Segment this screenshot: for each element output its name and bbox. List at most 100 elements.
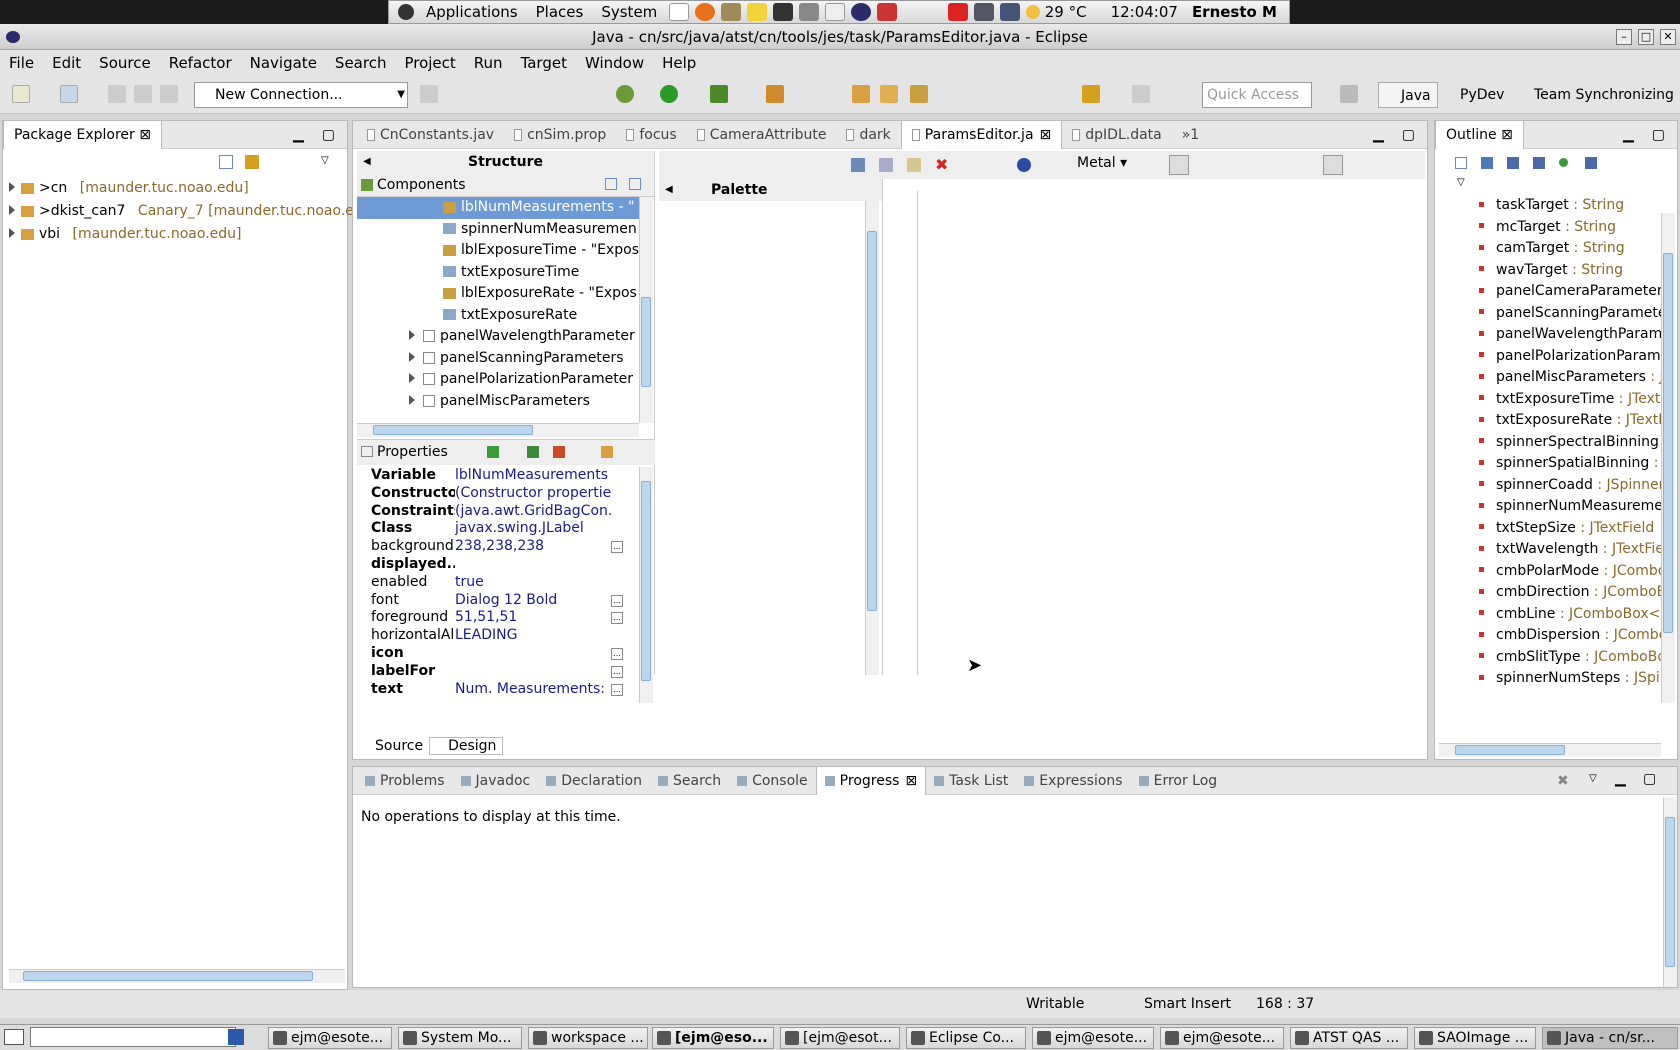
workspace-switcher[interactable] xyxy=(30,1027,236,1047)
save-icon[interactable] xyxy=(108,85,126,103)
perspective-java[interactable]: Java xyxy=(1378,82,1438,108)
delete-icon[interactable]: ✖ xyxy=(935,155,948,174)
taskbar-window[interactable]: workspace ... xyxy=(528,1027,648,1049)
collapse-outline-icon[interactable] xyxy=(1455,157,1467,169)
skip-icon[interactable] xyxy=(420,85,438,103)
save-all-icon[interactable] xyxy=(134,85,152,103)
collapse-all-icon[interactable] xyxy=(219,155,233,169)
property-row[interactable]: text Num. Measurements:… xyxy=(357,681,637,699)
property-value[interactable]: true xyxy=(455,574,611,592)
component-item[interactable]: spinnerNumMeasuremen xyxy=(357,219,639,241)
minimize-icon[interactable]: ▁ xyxy=(1373,127,1384,143)
menu-file[interactable]: File xyxy=(0,54,43,72)
menu-search[interactable]: Search xyxy=(326,54,396,72)
editor-tab[interactable]: ParamsEditor.ja ⊠ xyxy=(900,120,1063,149)
property-value[interactable] xyxy=(455,556,611,574)
calculator-icon[interactable] xyxy=(799,3,820,21)
open-type-icon[interactable] xyxy=(852,85,870,103)
collapse-all-components-icon[interactable] xyxy=(629,178,641,190)
expand-arrow-icon[interactable] xyxy=(409,351,415,362)
edit-ellipsis-button[interactable]: … xyxy=(611,665,623,678)
outline-field[interactable]: mcTarget : String xyxy=(1479,217,1661,239)
menu-edit[interactable]: Edit xyxy=(43,54,90,72)
edit-ellipsis-button[interactable]: … xyxy=(611,541,623,554)
outline-field[interactable]: txtStepSize : JTextField xyxy=(1479,518,1661,540)
components-vscroll[interactable] xyxy=(639,197,653,423)
chevron-down-icon[interactable]: ▽ xyxy=(1435,177,1677,195)
expand-arrow-icon[interactable] xyxy=(9,182,15,192)
property-row[interactable]: Variable lblNumMeasurements xyxy=(357,467,637,485)
property-value[interactable]: Dialog 12 Bold xyxy=(455,592,611,610)
menu-places[interactable]: Places xyxy=(527,3,593,21)
property-value[interactable]: LEADING xyxy=(455,627,611,645)
close-icon[interactable]: ⊠ xyxy=(1501,127,1513,143)
link-editor-icon[interactable] xyxy=(245,155,259,169)
outline-field[interactable]: cmbDirection : JComboB xyxy=(1479,582,1661,604)
outline-vscroll[interactable] xyxy=(1661,213,1675,703)
package-explorer-hscroll[interactable] xyxy=(9,969,345,983)
sort-icon[interactable] xyxy=(1481,157,1493,169)
outline-field[interactable]: camTarget : String xyxy=(1479,238,1661,260)
outline-field[interactable]: txtExposureRate : JTextF xyxy=(1479,410,1661,432)
outline-field[interactable]: taskTarget : String xyxy=(1479,195,1661,217)
properties-vscroll[interactable] xyxy=(639,467,653,703)
component-item[interactable]: panelWavelengthParameter xyxy=(357,326,639,348)
property-value[interactable]: javax.swing.JLabel xyxy=(455,520,611,538)
tab-outline[interactable]: Outline ⊠ xyxy=(1435,120,1524,149)
tree-project[interactable]: >cn [maunder.tuc.noao.edu] xyxy=(9,177,347,200)
component-item[interactable]: txtExposureTime xyxy=(357,262,639,284)
component-item[interactable]: panelMiscParameters xyxy=(357,391,639,413)
outline-field[interactable]: txtExposureTime : JText xyxy=(1479,389,1661,411)
user-menu[interactable]: Ernesto M xyxy=(1192,3,1289,21)
taskbar-window[interactable]: ejm@esote... xyxy=(1160,1027,1284,1049)
outline-field[interactable]: txtWavelength : JTextFie xyxy=(1479,539,1661,561)
menu-project[interactable]: Project xyxy=(395,54,464,72)
show-events-icon[interactable] xyxy=(487,446,499,458)
file-manager-icon[interactable] xyxy=(721,3,742,21)
property-value[interactable]: (java.awt.GridBagCon... xyxy=(455,503,611,521)
editor-tab[interactable]: cnSim.prop xyxy=(504,121,616,149)
tool-icon[interactable] xyxy=(877,3,898,21)
bottom-tab[interactable]: Progress ⊠ xyxy=(815,766,927,795)
outline-field[interactable]: cmbSlitType : JComboBo xyxy=(1479,647,1661,669)
close-window-button[interactable]: ✕ xyxy=(1660,29,1676,45)
taskbar-window[interactable]: Java - cn/sr... xyxy=(1542,1027,1678,1049)
forward-icon[interactable] xyxy=(1132,85,1150,103)
app-icon[interactable] xyxy=(228,1029,244,1045)
edit-ellipsis-button[interactable]: … xyxy=(611,647,623,660)
weather-temp[interactable]: 29 °C xyxy=(1043,3,1097,21)
property-value[interactable]: 51,51,51 xyxy=(455,609,611,627)
clock[interactable]: 12:04:07 xyxy=(1097,3,1192,21)
perspective-team-sync[interactable]: Team Synchronizing xyxy=(1516,82,1674,108)
property-row[interactable]: Constraints (java.awt.GridBagCon... xyxy=(357,503,637,521)
property-row[interactable]: background 238,238,238… xyxy=(357,538,637,556)
maximize-icon[interactable]: ▢ xyxy=(1652,127,1665,143)
component-item[interactable]: panelScanningParameters xyxy=(357,348,639,370)
view-menu-icon[interactable]: ▽ xyxy=(321,155,329,166)
property-value[interactable]: 238,238,238 xyxy=(455,538,611,556)
taskbar-window[interactable]: [ejm@eso... xyxy=(652,1027,774,1049)
new-class-icon[interactable] xyxy=(766,85,784,103)
maximize-icon[interactable]: ▢ xyxy=(1402,127,1415,143)
maximize-icon[interactable]: ▢ xyxy=(322,127,335,143)
editor-tab[interactable]: focus xyxy=(616,121,686,149)
outline-field[interactable]: panelPolarizationParam xyxy=(1479,346,1661,368)
component-item[interactable]: txtExposureRate xyxy=(357,305,639,327)
property-value[interactable]: (Constructor properties) xyxy=(455,485,611,503)
menu-target[interactable]: Target xyxy=(512,54,576,72)
hide-static-icon[interactable] xyxy=(1533,157,1545,169)
editor-icon[interactable] xyxy=(825,3,846,21)
property-value[interactable] xyxy=(455,645,611,663)
tab-package-explorer[interactable]: Package Explorer ⊠ xyxy=(3,120,162,149)
menu-source[interactable]: Source xyxy=(90,54,160,72)
window-menu-icon[interactable] xyxy=(6,31,20,43)
taskbar-window[interactable]: Eclipse Co... xyxy=(906,1027,1026,1049)
cut-icon[interactable] xyxy=(851,158,865,172)
outline-field[interactable]: panelScanningParamete xyxy=(1479,303,1661,325)
notes-icon[interactable] xyxy=(747,3,768,21)
component-item[interactable]: lblNumMeasurements - " xyxy=(357,197,639,219)
network-icon[interactable] xyxy=(999,3,1020,21)
run-ext-icon[interactable] xyxy=(710,85,728,103)
collapse-palette-icon[interactable]: ◀ xyxy=(665,179,673,201)
laf-combo[interactable]: Metal ▾ xyxy=(1077,155,1127,171)
